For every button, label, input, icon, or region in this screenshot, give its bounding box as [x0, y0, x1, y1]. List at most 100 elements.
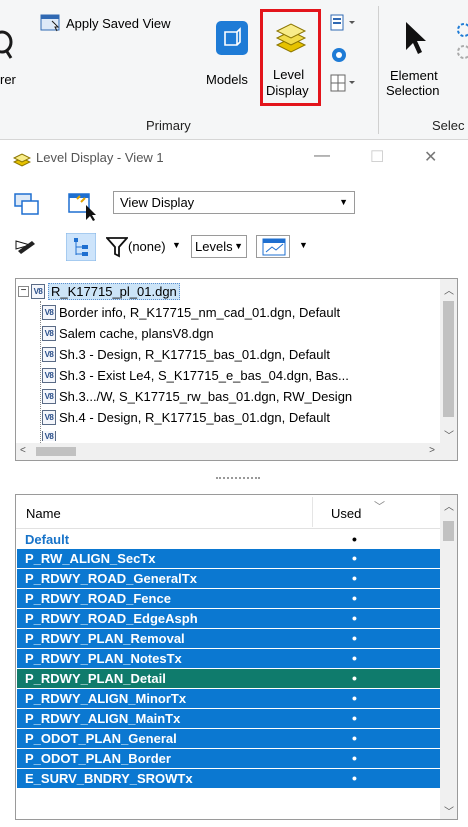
level-name: P_ODOT_PLAN_General	[25, 731, 177, 746]
levels-vertical-scrollbar[interactable]: ︿ ﹀	[440, 495, 457, 819]
scroll-down-icon[interactable]: ﹀	[444, 803, 454, 818]
collapse-icon[interactable]: −	[18, 286, 29, 297]
minimize-button[interactable]: —	[314, 147, 330, 165]
group-label-primary: Primary	[146, 118, 191, 133]
levels-header: Name Used ﹀	[16, 495, 441, 529]
dgn-file-icon: V8	[31, 284, 45, 299]
column-divider	[312, 497, 313, 527]
element-selection-label-2: Selection	[386, 83, 440, 98]
sort-chevron-icon: ﹀	[374, 501, 385, 513]
close-button[interactable]: ✕	[424, 147, 437, 167]
tree-item[interactable]: V8 Border info, R_K17715_nm_cad_01.dgn, …	[42, 302, 340, 323]
small-tool-1[interactable]	[330, 14, 358, 32]
small-tool-2[interactable]	[330, 46, 350, 64]
level-row[interactable]: P_RDWY_ROAD_GeneralTx •	[17, 569, 441, 588]
level-used: •	[352, 550, 357, 566]
tree-item[interactable]: V8 Sh.3 - Exist Le4, S_K17715_e_bas_04.d…	[42, 365, 349, 386]
view-toolbar: View Display ▼	[0, 185, 468, 225]
dgn-file-icon: V8	[42, 368, 56, 383]
tree-item[interactable]: V8 Sh.4 - Design, R_K17715_bas_01.dgn, D…	[42, 407, 330, 428]
column-header-name[interactable]: Name	[26, 506, 61, 521]
panel-title: Level Display - View 1	[36, 150, 164, 165]
level-used: •	[352, 750, 357, 766]
level-row[interactable]: P_RW_ALIGN_SecTx •	[17, 549, 441, 568]
level-used: •	[352, 650, 357, 666]
maximize-button[interactable]: ☐	[370, 147, 384, 167]
level-name: P_RDWY_ROAD_GeneralTx	[25, 571, 197, 586]
scroll-left-icon[interactable]: <	[20, 445, 26, 456]
tree-horizontal-scrollbar[interactable]: < >	[16, 443, 457, 460]
ribbon: rer Apply Saved View Models Level Displa…	[0, 0, 468, 140]
display-settings-button[interactable]	[256, 235, 290, 258]
tree-item[interactable]: V8 Sh.3.../W, S_K17715_rw_bas_01.dgn, RW…	[42, 386, 352, 407]
splitter-grip[interactable]	[216, 477, 260, 480]
tree-item[interactable]: V8 Salem cache, plansV8.dgn	[42, 323, 214, 344]
level-row[interactable]: P_RDWY_ROAD_EdgeAsph •	[17, 609, 441, 628]
panel-title-bar[interactable]: Level Display - View 1 — ☐ ✕	[0, 141, 468, 175]
apply-saved-view-label: Apply Saved View	[66, 15, 171, 31]
level-display-small-icon	[12, 151, 32, 167]
symbology-icon[interactable]	[14, 237, 40, 257]
display-settings-dropdown-icon[interactable]: ▼	[299, 240, 308, 250]
tree-root[interactable]: − V8 R_K17715_pl_01.dgn	[18, 281, 180, 302]
pane-splitter[interactable]	[15, 470, 458, 490]
level-row[interactable]: Default •	[17, 530, 441, 549]
level-row[interactable]: E_SURV_BNDRY_SROWTx •	[17, 769, 441, 788]
level-row-focused[interactable]: P_RDWY_PLAN_Detail •	[17, 669, 441, 688]
level-name: P_RDWY_ALIGN_MinorTx	[25, 691, 187, 706]
filter-icon[interactable]	[104, 236, 130, 258]
level-row[interactable]: P_RDWY_ROAD_Fence •	[17, 589, 441, 608]
scroll-thumb[interactable]	[443, 301, 454, 417]
hierarchy-icon[interactable]	[65, 232, 97, 262]
filter-dropdown-icon[interactable]: ▼	[172, 240, 181, 250]
level-row[interactable]: P_RDWY_PLAN_Removal •	[17, 629, 441, 648]
level-used: •	[352, 630, 357, 646]
level-name: P_RDWY_PLAN_Detail	[25, 671, 166, 686]
small-tool-3[interactable]	[330, 74, 358, 94]
element-selection-button[interactable]: Element Selection	[386, 20, 456, 102]
models-button[interactable]: Models	[206, 21, 256, 91]
chevron-down-icon: ▼	[339, 197, 348, 207]
level-name: P_RDWY_PLAN_NotesTx	[25, 651, 182, 666]
scroll-thumb[interactable]	[443, 521, 454, 541]
tree-item-label: Sh.3.../W, S_K17715_rw_bas_01.dgn, RW_De…	[59, 389, 353, 404]
apply-saved-view-button[interactable]: Apply Saved View	[40, 12, 171, 34]
view-display-combo[interactable]: View Display ▼	[113, 191, 355, 214]
file-tree[interactable]: − V8 R_K17715_pl_01.dgn V8 Border info, …	[15, 278, 458, 461]
level-name: Default	[25, 532, 70, 547]
level-row[interactable]: P_RDWY_PLAN_NotesTx •	[17, 649, 441, 668]
view-display-value: View Display	[120, 195, 195, 210]
level-manager-icon	[262, 238, 286, 256]
view-windows-icon[interactable]	[14, 193, 40, 217]
filter-value[interactable]: (none)	[128, 239, 166, 254]
level-used: •	[352, 531, 357, 547]
level-used: •	[352, 610, 357, 626]
level-name: P_RDWY_ROAD_Fence	[25, 591, 171, 606]
explorer-icon[interactable]	[0, 28, 14, 60]
level-row[interactable]: P_RDWY_ALIGN_MainTx •	[17, 709, 441, 728]
scroll-right-icon[interactable]: >	[429, 445, 435, 456]
chevron-down-icon: ▼	[234, 241, 243, 251]
scroll-up-icon[interactable]: ︿	[444, 498, 454, 513]
explorer-label: rer	[0, 72, 16, 87]
level-name: P_ODOT_PLAN_Border	[25, 751, 171, 766]
column-header-used[interactable]: Used	[331, 506, 361, 521]
tree-vertical-scrollbar[interactable]: ︿ ﹀	[440, 279, 457, 443]
level-name: E_SURV_BNDRY_SROWTx	[25, 771, 193, 786]
tree-item[interactable]: V8 Sh.3 - Design, R_K17715_bas_01.dgn, D…	[42, 344, 330, 365]
levels-value: Levels	[195, 239, 233, 254]
scroll-thumb[interactable]	[36, 447, 76, 456]
level-row[interactable]: P_RDWY_ALIGN_MinorTx •	[17, 689, 441, 708]
level-name: P_RDWY_ALIGN_MainTx	[25, 711, 181, 726]
level-row[interactable]: P_ODOT_PLAN_General •	[17, 729, 441, 748]
level-name: P_RW_ALIGN_SecTx	[25, 551, 156, 566]
levels-list[interactable]: Name Used ﹀ Default • P_RW_ALIGN_SecTx •…	[15, 494, 458, 820]
level-name: P_RDWY_ROAD_EdgeAsph	[25, 611, 198, 626]
level-row[interactable]: P_ODOT_PLAN_Border •	[17, 749, 441, 768]
selection-partial-icon[interactable]	[452, 22, 468, 62]
levels-combo[interactable]: Levels ▼	[191, 235, 247, 258]
scroll-up-icon[interactable]: ︿	[444, 282, 454, 297]
select-view-icon[interactable]	[68, 193, 102, 221]
tree-root-label: R_K17715_pl_01.dgn	[48, 283, 180, 300]
scroll-down-icon[interactable]: ﹀	[444, 427, 454, 442]
